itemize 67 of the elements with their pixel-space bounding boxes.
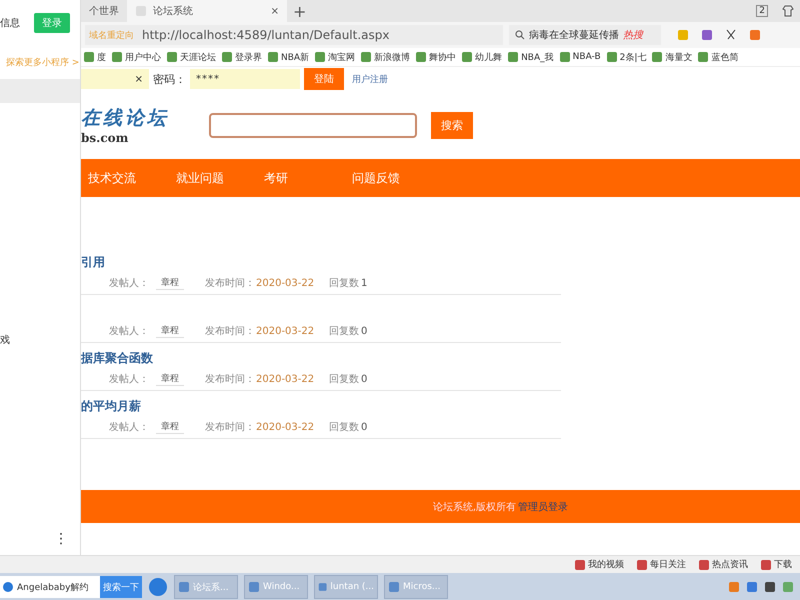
copyright-text: 论坛系统,版权所有: [432, 500, 516, 514]
poster-label: 发帖人：: [109, 372, 150, 386]
bookmark[interactable]: 幼儿舞: [461, 50, 502, 64]
search-icon: [515, 30, 525, 40]
post-title[interactable]: 的平均月薪: [81, 398, 561, 415]
replies-label: 回复数: [329, 325, 360, 338]
bookmark[interactable]: NBA新: [267, 50, 310, 64]
bookmark[interactable]: 用户中心: [111, 50, 161, 64]
panel-label: 信息: [0, 16, 20, 30]
bookmark[interactable]: 海量文: [651, 50, 692, 64]
status-item[interactable]: 我的视频: [574, 558, 624, 571]
post-date: 2020-03-22: [256, 422, 316, 432]
window-count[interactable]: 2: [756, 5, 768, 17]
status-item[interactable]: 每日关注: [636, 558, 686, 571]
password-field[interactable]: ****: [190, 69, 300, 89]
reply-count: 1: [361, 278, 368, 288]
bookmark[interactable]: 新浪微博: [360, 50, 410, 64]
bookmark[interactable]: NBA_我: [507, 50, 554, 64]
bookmark[interactable]: NBA-B: [558, 51, 601, 63]
time-label: 发布时间：: [205, 372, 256, 386]
bookmark[interactable]: 度: [83, 50, 106, 64]
more-button[interactable]: ⋮: [54, 531, 68, 547]
poster-name: 章程: [156, 276, 184, 290]
post-date: 2020-03-22: [256, 374, 316, 384]
post-date: 2020-03-22: [256, 278, 316, 288]
panel-text: 戏: [0, 334, 11, 347]
poster-name: 章程: [156, 372, 184, 386]
time-label: 发布时间：: [205, 324, 256, 338]
time-label: 发布时间：: [205, 420, 256, 434]
status-item[interactable]: 热点资讯: [698, 558, 748, 571]
url-field[interactable]: http://localhost:4589/luntan/Default.aspx: [142, 28, 390, 42]
browser-search-field[interactable]: 病毒在全球蔓延传播 热搜: [509, 25, 661, 45]
logo-title: 在线论坛: [81, 106, 170, 131]
admin-login-link[interactable]: 管理员登录: [518, 500, 568, 514]
register-link[interactable]: 用户注册: [352, 72, 388, 86]
poster-label: 发帖人：: [109, 276, 150, 290]
logo-domain: bs.com: [81, 131, 130, 145]
bookmark[interactable]: 淘宝网: [314, 50, 356, 64]
reply-count: 0: [361, 422, 368, 432]
browser-tab[interactable]: 论坛系统 ×: [127, 0, 287, 22]
redirect-label: 域名重定向: [89, 30, 134, 42]
shirt-icon[interactable]: [782, 5, 794, 17]
bookmark[interactable]: 2条|七: [606, 50, 646, 64]
poster-name: 章程: [156, 324, 184, 338]
password-label: 密码：: [153, 72, 186, 86]
replies-label: 回复数: [329, 421, 360, 434]
bookmark[interactable]: 登录界: [221, 50, 262, 64]
username-field[interactable]: ×: [81, 69, 149, 89]
search-field[interactable]: [209, 112, 417, 138]
poster-label: 发帖人：: [109, 324, 150, 338]
bookmark[interactable]: 天涯论坛: [166, 50, 216, 64]
scissors-icon[interactable]: [725, 29, 737, 41]
post-date: 2020-03-22: [256, 326, 316, 336]
reply-count: 0: [361, 374, 368, 384]
replies-label: 回复数: [329, 277, 360, 290]
post-title[interactable]: 据库聚合函数: [81, 350, 561, 367]
post-title[interactable]: 引用: [81, 254, 561, 271]
replies-label: 回复数: [329, 373, 360, 386]
status-item[interactable]: 下载: [760, 558, 792, 571]
taskbar-search-field[interactable]: Angelababy解约: [0, 576, 100, 598]
poster-name: 章程: [156, 420, 184, 434]
poster-label: 发帖人：: [109, 420, 150, 434]
bookmark[interactable]: 舞协中: [415, 50, 456, 64]
bookmark[interactable]: 蓝色简: [697, 50, 738, 64]
new-tab-button[interactable]: +: [293, 2, 306, 20]
reply-count: 0: [361, 326, 368, 336]
time-label: 发布时间：: [205, 276, 256, 290]
